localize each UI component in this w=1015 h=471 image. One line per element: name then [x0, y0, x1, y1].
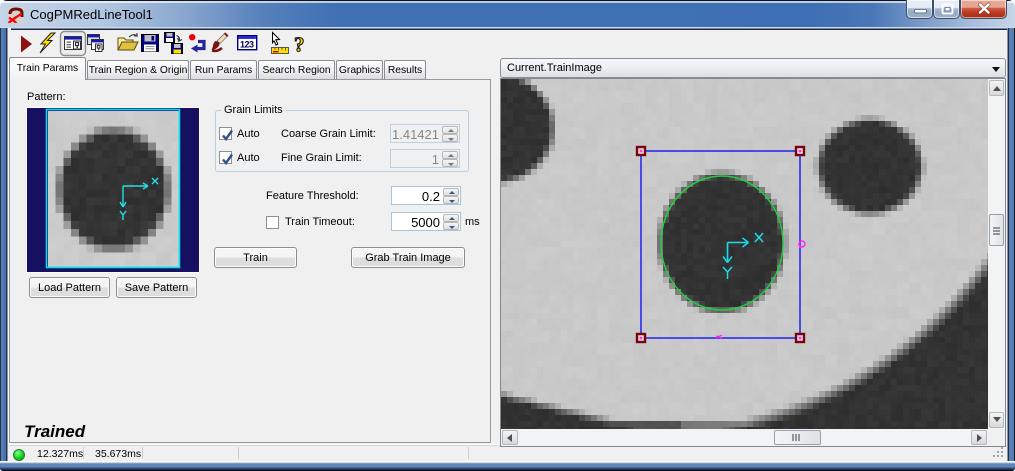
svg-text:123: 123 [240, 40, 254, 50]
svg-text:?: ? [294, 33, 305, 57]
